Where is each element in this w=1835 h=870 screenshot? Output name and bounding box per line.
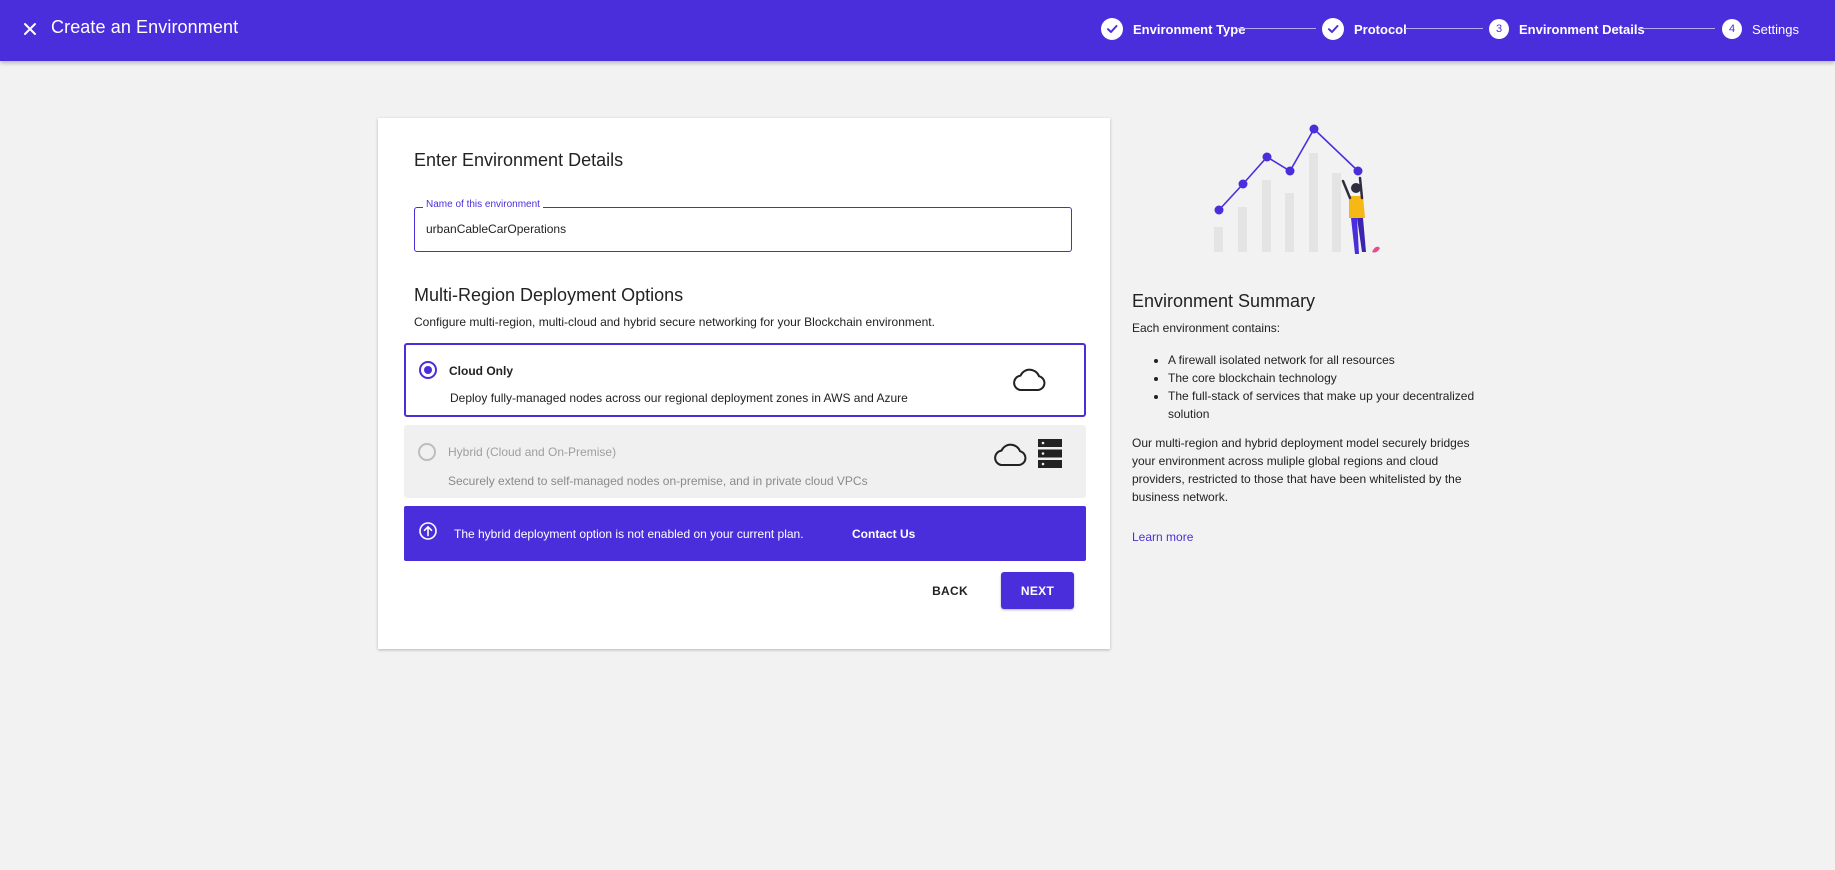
contact-us-link[interactable]: Contact Us [852,527,915,541]
page-title: Create an Environment [51,17,239,37]
step-protocol[interactable]: Protocol [1322,17,1407,41]
option-description: Securely extend to self-managed nodes on… [448,474,868,488]
option-cloud-only[interactable]: Cloud Only Deploy fully-managed nodes ac… [404,343,1086,417]
close-icon[interactable] [18,17,42,41]
step-environment-details[interactable]: 3 Environment Details [1489,17,1645,41]
radio-cloud-only[interactable] [419,361,437,379]
cloud-icon [992,442,1028,473]
banner-text: The hybrid deployment option is not enab… [454,527,804,541]
card-title: Enter Environment Details [414,150,624,170]
step-label: Settings [1752,21,1799,37]
step-connector [1405,28,1483,29]
step-connector [1238,28,1316,29]
summary-paragraph: Our multi-region and hybrid deployment m… [1132,436,1470,504]
option-title: Hybrid (Cloud and On-Premise) [448,445,617,459]
step-label: Environment Type [1133,21,1246,37]
summary-title: Environment Summary [1132,291,1316,311]
option-hybrid: Hybrid (Cloud and On-Premise) Securely e… [404,425,1086,498]
server-icon [1037,438,1063,475]
step-connector [1639,28,1715,29]
field-label: Name of this environment [423,199,543,210]
summary-list: A firewall isolated network for all reso… [1132,351,1478,423]
learn-more-link[interactable]: Learn more [1132,530,1193,544]
summary-intro: Each environment contains: [1132,321,1281,335]
next-button[interactable]: NEXT [1001,572,1074,609]
check-icon [1322,18,1344,40]
environment-name-field[interactable]: Name of this environment [414,199,1072,252]
back-button[interactable]: BACK [918,572,982,609]
list-item: The core blockchain technology [1168,369,1478,387]
step-settings[interactable]: 4 Settings [1722,17,1799,41]
step-environment-type[interactable]: Environment Type [1101,17,1245,41]
upgrade-icon [418,521,438,546]
step-label: Protocol [1354,21,1407,37]
environment-name-input[interactable] [426,220,1046,238]
growth-chart-illustration [1205,118,1405,273]
step-number: 3 [1489,19,1509,39]
section-description: Configure multi-region, multi-cloud and … [414,315,935,329]
list-item: A firewall isolated network for all reso… [1168,351,1478,369]
radio-hybrid [418,443,436,461]
step-label: Environment Details [1519,21,1645,37]
option-description: Deploy fully-managed nodes across our re… [450,391,908,405]
check-icon [1101,18,1123,40]
environment-details-card: Enter Environment Details Name of this e… [378,118,1110,649]
top-bar: Create an Environment Environment Type P… [0,0,1835,61]
section-title: Multi-Region Deployment Options [414,285,684,305]
cloud-icon [1011,367,1047,398]
option-title: Cloud Only [449,364,513,378]
step-number: 4 [1722,19,1742,39]
list-item: The full-stack of services that make up … [1168,387,1478,423]
upgrade-banner: The hybrid deployment option is not enab… [404,506,1086,561]
